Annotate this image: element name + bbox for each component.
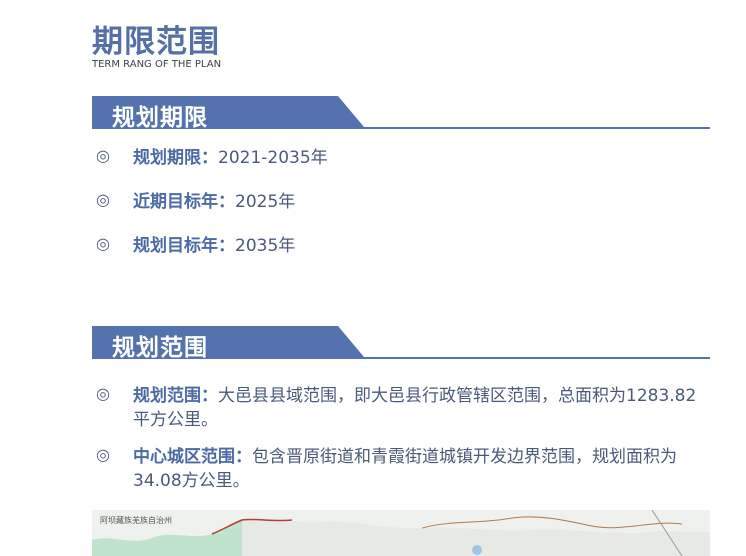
item-value: 2025年 <box>235 192 296 212</box>
double-circle-icon: ◎ <box>96 190 110 209</box>
double-circle-icon: ◎ <box>96 384 110 403</box>
double-circle-icon: ◎ <box>96 445 110 464</box>
item-key: 近期目标年： <box>133 192 235 212</box>
double-circle-icon: ◎ <box>96 234 110 253</box>
page-title: 期限范围 <box>92 24 220 60</box>
item-key: 中心城区范围： <box>133 447 252 467</box>
section-header-scope: 规划范围 <box>92 325 710 361</box>
item-value: 大邑县县域范围，即大邑县行政管辖区范围，总面积为1283.82平方公里。 <box>133 386 697 430</box>
item-value: 2021-2035年 <box>218 148 328 168</box>
planning-map: 阿坝藏族羌族自治州 <box>92 510 710 556</box>
item-value: 2035年 <box>235 236 296 256</box>
map-shape <box>92 510 710 556</box>
section-title: 规划期限 <box>112 105 208 131</box>
section-title: 规划范围 <box>112 335 208 361</box>
item-key: 规划期限： <box>133 148 218 168</box>
section-header-term: 规划期限 <box>92 95 710 131</box>
double-circle-icon: ◎ <box>96 146 110 165</box>
map-region-label: 阿坝藏族羌族自治州 <box>100 516 172 525</box>
item-key: 规划范围： <box>133 386 218 406</box>
page-subtitle: TERM RANG OF THE PLAN <box>92 59 222 70</box>
item-key: 规划目标年： <box>133 236 235 256</box>
